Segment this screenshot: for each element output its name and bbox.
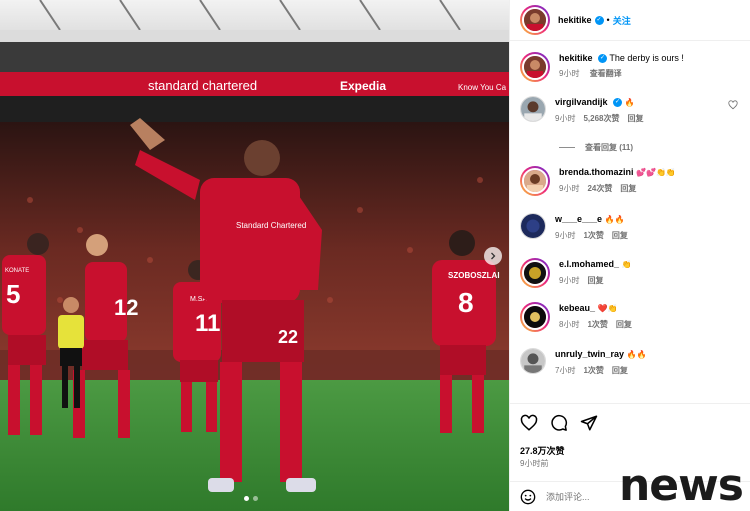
comment-row: unruly_twin_ray 🔥🔥 7小时 1次赞 回复 — [520, 348, 646, 376]
verified-badge-icon: ✓ — [598, 54, 608, 64]
like-heart-icon[interactable] — [520, 414, 538, 432]
author-username[interactable]: hekitike — [558, 15, 592, 25]
reply-button[interactable]: 回复 — [587, 276, 603, 285]
comment-text: ❤️👏 — [597, 304, 618, 313]
author-avatar-ring[interactable] — [520, 5, 550, 35]
avatar-ring[interactable] — [520, 302, 550, 332]
comment-time: 9小时 — [555, 231, 576, 240]
comment-username[interactable]: e.l.mohamed_ — [559, 259, 619, 269]
view-replies-label: 查看回复 (11) — [585, 143, 634, 152]
divider — [559, 147, 575, 148]
avatar-ring[interactable] — [520, 166, 550, 196]
view-replies-button[interactable]: 查看回复 (11) — [559, 142, 633, 153]
verified-badge-icon: ✓ — [594, 15, 604, 25]
comment-row: w___e___e 🔥🔥 9小时 1次赞 回复 — [520, 213, 636, 241]
post-time: 9小时前 — [520, 459, 549, 468]
carousel-dot[interactable] — [244, 496, 249, 501]
caption-row: hekitike ✓ The derby is ours ! 9小时 查看翻译 — [520, 52, 684, 82]
carousel-dot[interactable] — [253, 496, 258, 501]
reply-button[interactable]: 回复 — [620, 184, 636, 193]
emoji-smiley-icon[interactable] — [520, 489, 536, 505]
avatar[interactable] — [520, 96, 546, 122]
share-send-icon[interactable] — [580, 414, 598, 432]
player-eight-name: SZOBOSZLAI — [448, 271, 500, 280]
separator: • — [606, 15, 610, 25]
comment-like-heart-icon[interactable] — [728, 100, 738, 110]
comment-username[interactable]: kebeau_ — [559, 303, 595, 313]
comment-row: kebeau_ ❤️👏 8小时 1次赞 回复 — [520, 302, 640, 332]
avatar[interactable] — [522, 7, 548, 33]
carousel-next-button[interactable] — [484, 247, 502, 265]
reply-button[interactable]: 回复 — [627, 114, 643, 123]
post-panel: hekitike ✓ • 关注 hekitike ✓ The derby is … — [509, 0, 750, 511]
comment-time: 9小时 — [555, 114, 576, 123]
comments-list[interactable]: hekitike ✓ The derby is ours ! 9小时 查看翻译 … — [510, 42, 750, 403]
comment-username[interactable]: virgilvandijk — [555, 97, 608, 107]
comment-likes[interactable]: 1次赞 — [583, 231, 603, 240]
stadium-scene: standard chartered Expedia Know You Ca 5… — [0, 0, 509, 511]
banner-sponsor-2: Expedia — [340, 79, 386, 93]
comment-text: 🔥 — [624, 98, 635, 107]
avatar[interactable] — [522, 304, 548, 330]
avatar[interactable] — [520, 348, 546, 374]
caption-time: 9小时 — [559, 69, 580, 78]
comment-bubble-icon[interactable] — [550, 414, 568, 432]
comment-time: 9小时 — [559, 184, 580, 193]
reply-button[interactable]: 回复 — [612, 366, 628, 375]
player-center-number: 22 — [278, 327, 298, 347]
comment-time: 8小时 — [559, 320, 580, 329]
post-actions: 27.8万次赞 9小时前 news — [510, 403, 750, 511]
player-twelve-number: 12 — [114, 295, 138, 320]
post-header: hekitike ✓ • 关注 — [510, 0, 750, 41]
banner-sponsor-3: Know You Ca — [458, 83, 507, 92]
banner-text: standard chartered — [148, 78, 257, 93]
comment-row: e.l.mohamed_ 👏 9小时 回复 — [520, 258, 632, 288]
like-count[interactable]: 27.8万次赞 — [520, 444, 565, 457]
news-watermark: news — [618, 460, 744, 511]
comment-username[interactable]: brenda.thomazini — [559, 167, 634, 177]
avatar[interactable] — [522, 260, 548, 286]
comment-row: brenda.thomazini 💕💕👏👏 9小时 24次赞 回复 — [520, 166, 676, 196]
comment-username[interactable]: unruly_twin_ray — [555, 349, 624, 359]
avatar[interactable] — [520, 213, 546, 239]
avatar[interactable] — [522, 54, 548, 80]
comment-text: 🔥🔥 — [604, 215, 625, 224]
comment-text: 🔥🔥 — [626, 350, 647, 359]
comment-likes[interactable]: 5,268次赞 — [583, 114, 619, 123]
carousel-dots — [244, 496, 258, 501]
player-left-name: KONATE — [5, 268, 29, 274]
comment-text: 💕💕👏👏 — [636, 168, 676, 177]
player-eight-number: 8 — [458, 287, 474, 318]
chevron-right-icon — [491, 252, 496, 260]
comment-likes[interactable]: 1次赞 — [583, 366, 603, 375]
comment-row: virgilvandijk ✓ 🔥 9小时 5,268次赞 回复 — [520, 96, 738, 124]
comment-likes[interactable]: 1次赞 — [587, 320, 607, 329]
caption-username[interactable]: hekitike — [559, 53, 593, 63]
translate-button[interactable]: 查看翻译 — [590, 69, 622, 78]
player-center-sponsor: Standard Chartered — [236, 221, 306, 230]
avatar[interactable] — [522, 168, 548, 194]
comment-time: 7小时 — [555, 366, 576, 375]
follow-button[interactable]: 关注 — [613, 14, 631, 27]
caption-avatar-ring[interactable] — [520, 52, 550, 82]
comment-username[interactable]: w___e___e — [555, 214, 602, 224]
avatar-ring[interactable] — [520, 258, 550, 288]
player-salah-number: 11 — [195, 310, 220, 337]
caption-text: The derby is ours ! — [609, 53, 684, 63]
comment-text: 👏 — [621, 260, 632, 269]
comment-likes[interactable]: 24次赞 — [587, 184, 612, 193]
reply-button[interactable]: 回复 — [616, 320, 632, 329]
verified-badge-icon: ✓ — [613, 98, 623, 108]
comment-time: 9小时 — [559, 276, 580, 285]
player-left-number: 5 — [6, 279, 20, 309]
reply-button[interactable]: 回复 — [612, 231, 628, 240]
post-photo[interactable]: standard chartered Expedia Know You Ca 5… — [0, 0, 509, 511]
